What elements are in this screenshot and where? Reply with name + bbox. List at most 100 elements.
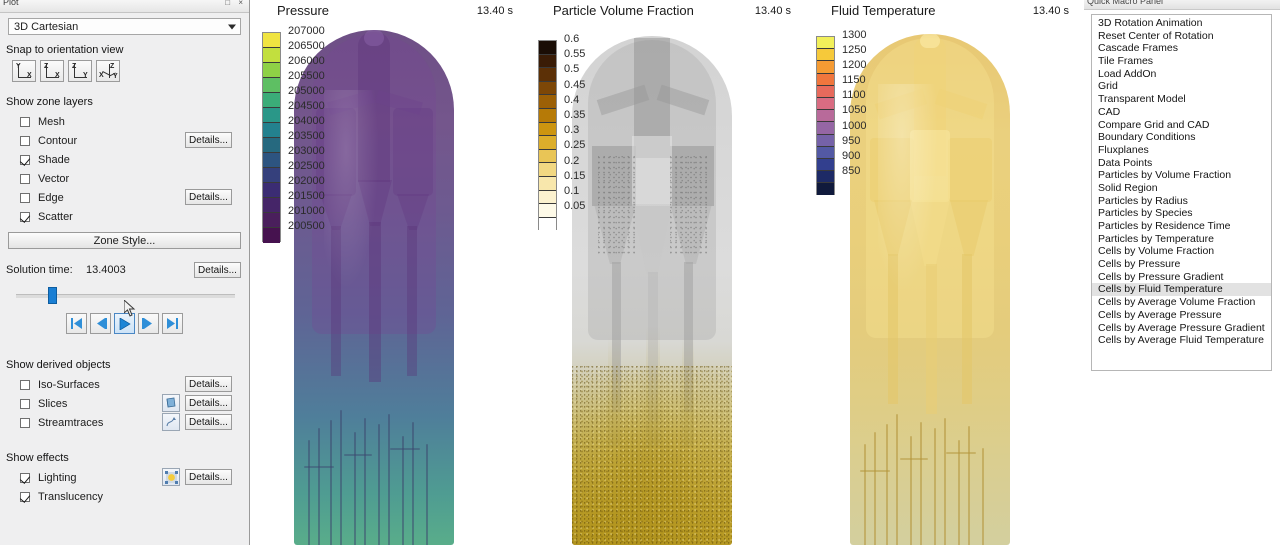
- macro-item[interactable]: Tile Frames: [1092, 55, 1271, 68]
- streamtrace-icon[interactable]: [162, 413, 180, 431]
- viewport-fluid-temperature[interactable]: Fluid Temperature 13.40 s 1300 1250 1200…: [805, 0, 1083, 545]
- macro-panel-title: Quick Macro Panel: [1087, 0, 1164, 6]
- slices-details-button[interactable]: Details...: [185, 395, 232, 411]
- solution-time-row: Solution time: 13.4003 Details...: [0, 262, 249, 280]
- window-controls[interactable]: □ ×: [225, 0, 246, 7]
- legend-tick: 1200: [842, 59, 867, 72]
- viewport-pressure[interactable]: Pressure 13.40 s 207000 206500 206000 20…: [251, 0, 527, 545]
- streamtraces-details-button[interactable]: Details...: [185, 414, 232, 430]
- legend-tick: 206000: [288, 55, 325, 67]
- zone-layer-shade[interactable]: Shade: [20, 150, 240, 169]
- macro-item[interactable]: Cells by Average Volume Fraction: [1092, 296, 1271, 309]
- colorbar-segment: [263, 138, 280, 153]
- macro-item[interactable]: Boundary Conditions: [1092, 131, 1271, 144]
- colorbar-segment: [263, 108, 280, 123]
- derived-iso-surfaces[interactable]: Iso-Surfaces Details...: [20, 375, 240, 394]
- legend-tick: 0.55: [564, 48, 586, 61]
- edge-checkbox[interactable]: [20, 192, 30, 203]
- contour-details-button[interactable]: Details...: [185, 132, 232, 148]
- colorbar-segment: [817, 134, 834, 147]
- iso-surfaces-details-button[interactable]: Details...: [185, 376, 232, 392]
- effect-lighting[interactable]: Lighting Details...: [20, 468, 240, 487]
- solution-time-details-button[interactable]: Details...: [194, 262, 241, 278]
- macro-item[interactable]: Transparent Model: [1092, 93, 1271, 106]
- coordinate-system-select[interactable]: 3D Cartesian: [8, 18, 241, 35]
- colorbar-segment: [817, 183, 834, 196]
- macro-item[interactable]: Cells by Average Pressure Gradient: [1092, 322, 1271, 335]
- macro-item[interactable]: Compare Grid and CAD: [1092, 119, 1271, 132]
- slice-icon[interactable]: [162, 394, 180, 412]
- particle-colorbar: [538, 40, 557, 232]
- macro-item[interactable]: Particles by Residence Time: [1092, 220, 1271, 233]
- macro-item[interactable]: Cells by Fluid Temperature: [1092, 283, 1271, 297]
- streamtraces-checkbox[interactable]: [20, 417, 30, 428]
- mesh-checkbox[interactable]: [20, 116, 30, 127]
- macro-item[interactable]: Particles by Species: [1092, 207, 1271, 220]
- colorbar-segment: [263, 33, 280, 48]
- view-xyz-button[interactable]: Z X Y: [96, 60, 120, 82]
- colorbar-segment: [539, 81, 556, 96]
- zone-layer-contour[interactable]: Contour Details...: [20, 131, 240, 150]
- macro-item[interactable]: CAD: [1092, 106, 1271, 119]
- legend-tick: 0.6: [564, 33, 580, 45]
- legend-tick: 1150: [842, 74, 866, 87]
- scatter-checkbox[interactable]: [20, 211, 30, 222]
- viewport-particle-volume-fraction[interactable]: Particle Volume Fraction 13.40 s 0.6 0.5…: [527, 0, 805, 545]
- view-yx-button[interactable]: Y X: [12, 60, 36, 82]
- vector-checkbox[interactable]: [20, 173, 30, 184]
- macro-item[interactable]: Solid Region: [1092, 182, 1271, 195]
- macro-item[interactable]: Particles by Temperature: [1092, 233, 1271, 246]
- time-slider-thumb[interactable]: [48, 287, 57, 304]
- derived-streamtraces[interactable]: Streamtraces Details...: [20, 413, 240, 432]
- macro-item[interactable]: Cells by Pressure: [1092, 258, 1271, 271]
- iso-surfaces-checkbox[interactable]: [20, 379, 30, 390]
- legend-tick: 202500: [288, 160, 325, 172]
- macro-item[interactable]: Grid: [1092, 80, 1271, 93]
- zone-layer-mesh[interactable]: Mesh: [20, 112, 240, 131]
- zone-layer-scatter[interactable]: Scatter: [20, 207, 240, 226]
- macro-item[interactable]: Cells by Average Fluid Temperature: [1092, 334, 1271, 347]
- zone-layer-vector[interactable]: Vector: [20, 169, 240, 188]
- macro-item[interactable]: Cells by Volume Fraction: [1092, 245, 1271, 258]
- macro-item[interactable]: Cells by Average Pressure: [1092, 309, 1271, 322]
- step-forward-button[interactable]: [138, 313, 159, 334]
- plot-sidebar: Plot □ × 3D Cartesian Snap to orientatio…: [0, 0, 250, 545]
- macro-item[interactable]: Data Points: [1092, 157, 1271, 170]
- contour-checkbox[interactable]: [20, 135, 30, 146]
- macro-item[interactable]: Cells by Pressure Gradient: [1092, 271, 1271, 284]
- shade-checkbox[interactable]: [20, 154, 30, 165]
- legend-tick: 1000: [842, 119, 867, 132]
- chevron-down-icon: [228, 24, 236, 29]
- zone-layer-edge[interactable]: Edge Details...: [20, 188, 240, 207]
- macro-item[interactable]: Cascade Frames: [1092, 42, 1271, 55]
- colorbar-segment: [817, 85, 834, 98]
- macro-item[interactable]: Particles by Volume Fraction: [1092, 169, 1271, 182]
- lighting-icon[interactable]: [162, 468, 180, 486]
- edge-details-button[interactable]: Details...: [185, 189, 232, 205]
- derived-slices[interactable]: Slices Details...: [20, 394, 240, 413]
- temperature-geometry: [850, 34, 1010, 545]
- macro-item[interactable]: Reset Center of Rotation: [1092, 30, 1271, 43]
- macro-item[interactable]: Fluxplanes: [1092, 144, 1271, 157]
- macro-item[interactable]: Particles by Radius: [1092, 195, 1271, 208]
- skip-to-start-button[interactable]: [66, 313, 87, 334]
- slices-checkbox[interactable]: [20, 398, 30, 409]
- translucency-checkbox[interactable]: [20, 491, 30, 502]
- macro-list[interactable]: 3D Rotation Animation Reset Center of Rot…: [1091, 14, 1272, 371]
- colorbar-segment: [817, 61, 834, 74]
- view-zx-button[interactable]: Z X: [40, 60, 64, 82]
- legend-tick: 0.5: [564, 63, 580, 76]
- macro-item[interactable]: Load AddOn: [1092, 68, 1271, 81]
- colorbar-segment: [539, 217, 556, 232]
- view-zy-button[interactable]: Z Y: [68, 60, 92, 82]
- legend-tick: 201500: [288, 190, 325, 202]
- skip-to-end-button[interactable]: [162, 313, 183, 334]
- zone-style-button[interactable]: Zone Style...: [8, 232, 241, 249]
- effect-translucency[interactable]: Translucency: [20, 487, 240, 506]
- lighting-details-button[interactable]: Details...: [185, 469, 232, 485]
- step-backward-button[interactable]: [90, 313, 111, 334]
- lighting-checkbox[interactable]: [20, 472, 30, 483]
- legend-tick: 850: [842, 164, 861, 177]
- legend-tick: 206500: [288, 40, 325, 52]
- macro-item[interactable]: 3D Rotation Animation: [1092, 17, 1271, 30]
